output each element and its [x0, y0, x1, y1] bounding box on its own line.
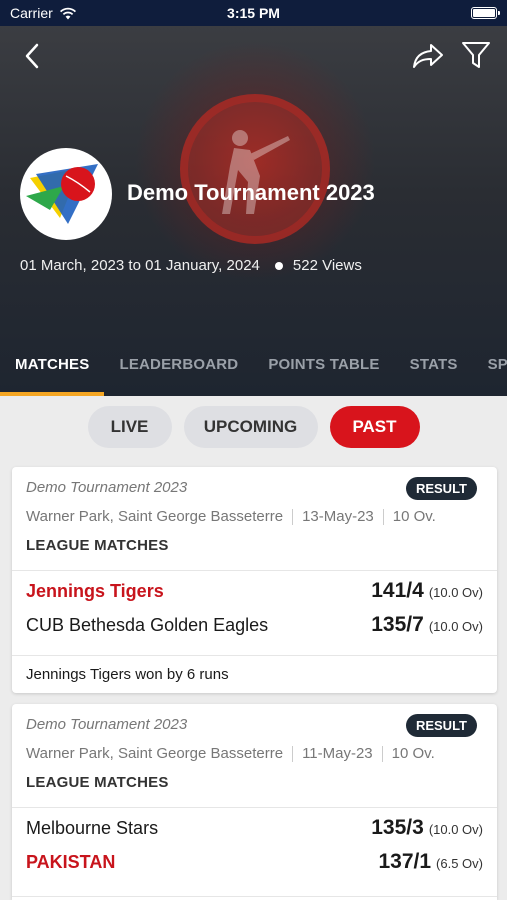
team-name: CUB Bethesda Golden Eagles	[26, 615, 269, 635]
filter-icon	[462, 42, 490, 68]
result-badge: RESULT	[405, 477, 477, 500]
match-venue: Warner Park, Saint George Basseterre	[26, 508, 284, 525]
team-name: Jennings Tigers	[26, 581, 164, 601]
match-details: Warner Park, Saint George Basseterre 13-…	[26, 508, 483, 525]
match-status-filters: LIVE UPCOMING PAST	[0, 406, 507, 448]
wifi-icon	[59, 7, 76, 19]
team-score: 137/1	[378, 850, 432, 873]
card-divider	[12, 896, 497, 897]
filter-button[interactable]	[458, 38, 494, 72]
team-overs: (10.0 Ov)	[428, 822, 483, 837]
match-card[interactable]: Demo Tournament 2023 RESULT Warner Park,…	[12, 467, 497, 693]
chevron-left-icon	[25, 43, 39, 69]
match-stage: LEAGUE MATCHES	[26, 537, 169, 554]
team-overs: (10.0 Ov)	[428, 619, 483, 634]
match-venue: Warner Park, Saint George Basseterre	[26, 745, 284, 762]
divider	[292, 508, 294, 525]
team-score: 135/3	[371, 816, 424, 839]
match-result: Jennings Tigers won by 6 runs	[12, 655, 497, 695]
team-score: 135/7	[371, 613, 424, 636]
tab-leaderboard[interactable]: LEADERBOARD	[104, 344, 253, 396]
status-bar: Carrier 3:15 PM	[0, 0, 507, 26]
team-name: Melbourne Stars	[26, 818, 159, 838]
carrier-label: Carrier	[10, 5, 53, 21]
team-score: 141/4	[371, 579, 424, 602]
tab-points-table[interactable]: POINTS TABLE	[253, 344, 394, 396]
filter-live-button[interactable]: LIVE	[87, 406, 172, 448]
team-row: PAKISTAN 137/1 (6.5 Ov)	[12, 850, 497, 884]
match-overs: 10 Ov.	[391, 745, 435, 762]
team-row: CUB Bethesda Golden Eagles 135/7 (10.0 O…	[12, 613, 497, 647]
battery-icon	[471, 7, 500, 19]
result-badge: RESULT	[405, 714, 477, 737]
divider	[382, 508, 384, 525]
back-button[interactable]	[16, 40, 48, 72]
tab-matches[interactable]: MATCHES	[0, 344, 105, 396]
tournament-logo	[20, 148, 112, 240]
team-name: PAKISTAN	[26, 852, 116, 872]
team-overs: (6.5 Ov)	[436, 856, 483, 871]
tournament-header: Demo Tournament 2023 01 March, 2023 to 0…	[0, 26, 507, 396]
separator-dot	[274, 261, 283, 270]
filter-past-button[interactable]: PAST	[329, 406, 420, 448]
match-stage: LEAGUE MATCHES	[26, 774, 169, 791]
tab-stats[interactable]: STATS	[395, 344, 473, 396]
match-details: Warner Park, Saint George Basseterre 11-…	[26, 745, 483, 762]
carrier-info: Carrier	[10, 5, 77, 21]
match-card[interactable]: Demo Tournament 2023 RESULT Warner Park,…	[12, 704, 497, 900]
tournament-tabs: MATCHES LEADERBOARD POINTS TABLE STATS S…	[0, 344, 507, 396]
tournament-views: 522 Views	[292, 257, 362, 274]
share-icon	[413, 44, 443, 68]
team-row: Melbourne Stars 135/3 (10.0 Ov)	[12, 816, 497, 850]
tab-sponsors[interactable]: SPON	[473, 344, 507, 396]
match-overs: 10 Ov.	[392, 508, 436, 525]
match-date: 13-May-23	[302, 508, 374, 525]
filter-upcoming-button[interactable]: UPCOMING	[183, 406, 318, 448]
team-row: Jennings Tigers 141/4 (10.0 Ov)	[12, 579, 497, 613]
share-button[interactable]	[410, 40, 446, 72]
tournament-title: Demo Tournament 2023	[127, 180, 375, 205]
tournament-dates: 01 March, 2023 to 01 January, 2024	[20, 257, 260, 274]
tournament-meta: 01 March, 2023 to 01 January, 2024 522 V…	[20, 257, 362, 274]
team-overs: (10.0 Ov)	[428, 585, 483, 600]
divider	[292, 745, 294, 762]
divider	[381, 745, 383, 762]
match-date: 11-May-23	[302, 745, 373, 762]
